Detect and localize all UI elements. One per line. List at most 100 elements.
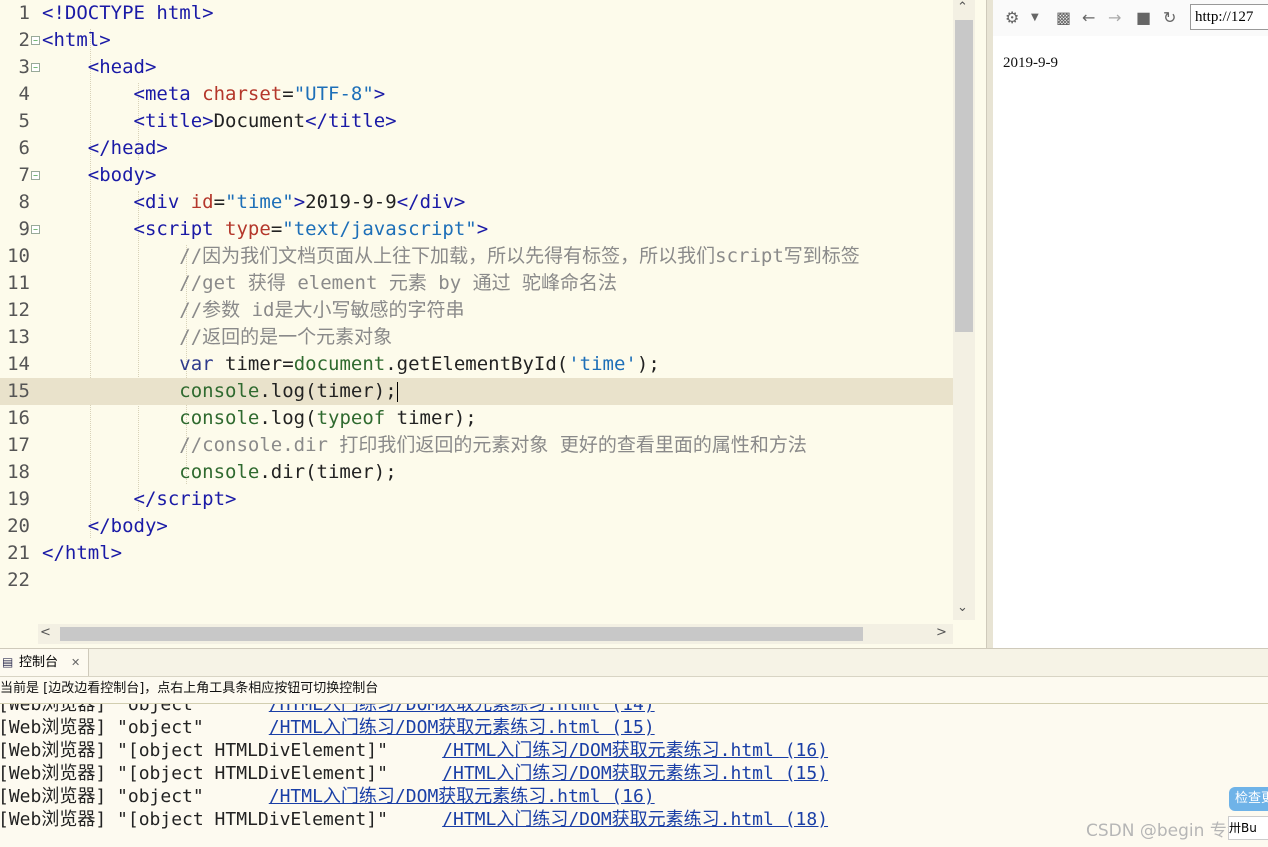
code-line[interactable]: 13 //返回的是一个元素对象	[0, 324, 953, 351]
code-text: <title>Document</title>	[133, 110, 397, 132]
fold-toggle-icon[interactable]: −	[31, 63, 40, 72]
scroll-left-icon[interactable]: <	[40, 625, 51, 640]
code-line[interactable]: 15 console.log(timer);	[0, 378, 953, 405]
line-number: 12	[7, 299, 30, 321]
code-line[interactable]: 19 </script>	[0, 486, 953, 513]
console-message: [Web浏览器] "object"	[0, 704, 269, 715]
code-line[interactable]: 17 //console.dir 打印我们返回的元素对象 更好的查看里面的属性和…	[0, 432, 953, 459]
url-input[interactable]: http://127	[1190, 4, 1268, 30]
console-message: [Web浏览器] "[object HTMLDivElement]"	[0, 809, 443, 830]
code-text: console.log(typeof timer);	[179, 407, 477, 429]
line-number: 21	[7, 542, 30, 564]
scroll-up-icon[interactable]: ⌃	[957, 0, 968, 15]
code-text: <html>	[42, 29, 111, 51]
terminal-icon[interactable]: ▩	[1056, 8, 1071, 27]
code-text: </html>	[42, 542, 123, 564]
console-row: [Web浏览器] "object" /HTML入门练习/DOM获取元素练习.ht…	[0, 716, 655, 739]
code-line[interactable]: 8 <div id="time">2019-9-9</div>	[0, 189, 953, 216]
line-number: 4	[18, 83, 30, 105]
back-icon[interactable]: ←	[1082, 8, 1095, 27]
forward-icon[interactable]: →	[1108, 8, 1121, 27]
code-text: <meta charset="UTF-8">	[133, 83, 386, 105]
line-number: 15	[7, 380, 30, 402]
code-area[interactable]: 1 <!DOCTYPE html> 2− <html> 3− <head> 4 <meta…	[0, 0, 953, 620]
horizontal-scroll-thumb[interactable]	[60, 627, 863, 641]
console-row: [Web浏览器] "[object HTMLDivElement]" /HTML…	[0, 739, 828, 762]
line-number: 11	[7, 272, 30, 294]
code-text: console.log(timer);	[179, 380, 398, 402]
console-source-link[interactable]: /HTML入门练习/DOM获取元素练习.html (18)	[442, 809, 828, 830]
gear-icon[interactable]: ⚙	[1005, 8, 1019, 27]
code-line[interactable]: 9− <script type="text/javascript">	[0, 216, 953, 243]
console-message: [Web浏览器] "object"	[0, 717, 269, 738]
code-line[interactable]: 18 console.dir(timer);	[0, 459, 953, 486]
fold-toggle-icon[interactable]: −	[31, 171, 40, 180]
console-source-link[interactable]: /HTML入门练习/DOM获取元素练习.html (16)	[442, 740, 828, 761]
line-number: 18	[7, 461, 30, 483]
console-message: [Web浏览器] "object"	[0, 786, 269, 807]
console-icon: ▤	[2, 655, 14, 669]
code-text: //参数 id是大小写敏感的字符串	[179, 299, 465, 321]
code-text: var timer=document.getElementById('time'…	[179, 353, 660, 375]
code-text: <!DOCTYPE html>	[42, 2, 214, 24]
code-text: </body>	[87, 515, 168, 537]
horizontal-scrollbar[interactable]: < >	[38, 624, 953, 644]
vertical-scrollbar[interactable]: ⌃ ⌄	[953, 0, 975, 620]
code-line[interactable]: 4 <meta charset="UTF-8">	[0, 81, 953, 108]
line-number: 1	[18, 2, 30, 24]
stop-icon[interactable]: ■	[1136, 8, 1151, 27]
scroll-right-icon[interactable]: >	[936, 625, 947, 640]
tab-console[interactable]: ▤ 控制台 ✕	[0, 649, 89, 676]
code-line[interactable]: 3− <head>	[0, 54, 953, 81]
console-row: [Web浏览器] "[object HTMLDivElement]" /HTML…	[0, 808, 828, 831]
code-text: <div id="time">2019-9-9</div>	[133, 191, 466, 213]
code-text: //console.dir 打印我们返回的元素对象 更好的查看里面的属性和方法	[179, 434, 807, 456]
code-text: <head>	[87, 56, 157, 78]
check-update-badge[interactable]: 检查更	[1229, 787, 1268, 811]
code-editor[interactable]: 1 <!DOCTYPE html> 2− <html> 3− <head> 4 <meta…	[0, 0, 986, 648]
console-info-text: 当前是 [边改边看控制台]，点右上角工具条相应按钮可切换控制台	[0, 678, 1268, 704]
fold-toggle-icon[interactable]: −	[31, 225, 40, 234]
mini-widget[interactable]: 卅Bu	[1228, 816, 1268, 840]
fold-toggle-icon[interactable]: −	[31, 36, 40, 45]
line-number: 16	[7, 407, 30, 429]
line-number: 17	[7, 434, 30, 456]
line-number: 22	[7, 569, 30, 591]
code-line[interactable]: 1 <!DOCTYPE html>	[0, 0, 953, 27]
code-text: //因为我们文档页面从上往下加载，所以先得有标签，所以我们script写到标签	[179, 245, 860, 267]
line-number: 20	[7, 515, 30, 537]
watermark: CSDN @begin 专注	[1086, 821, 1244, 841]
line-number: 9	[18, 218, 30, 240]
preview-time-text: 2019-9-9	[1003, 55, 1058, 71]
line-number: 2	[18, 29, 30, 51]
code-text: <body>	[87, 164, 157, 186]
console-panel: ▤ 控制台 ✕ 当前是 [边改边看控制台]，点右上角工具条相应按钮可切换控制台 …	[0, 648, 1268, 847]
console-source-link[interactable]: /HTML入门练习/DOM获取元素练习.html (15)	[442, 763, 828, 784]
console-source-link[interactable]: /HTML入门练习/DOM获取元素练习.html (16)	[269, 786, 655, 807]
console-row: [Web浏览器] "object" /HTML入门练习/DOM获取元素练习.ht…	[0, 785, 655, 808]
code-line[interactable]: 14 var timer=document.getElementById('ti…	[0, 351, 953, 378]
line-number: 3	[18, 56, 30, 78]
console-output[interactable]: [Web浏览器] "object" /HTML入门练习/DOM获取元素练习.ht…	[0, 704, 1268, 847]
code-line[interactable]: 12 //参数 id是大小写敏感的字符串	[0, 297, 953, 324]
scroll-down-icon[interactable]: ⌄	[957, 600, 968, 615]
code-line[interactable]: 7− <body>	[0, 162, 953, 189]
vertical-scroll-thumb[interactable]	[955, 20, 973, 332]
console-source-link[interactable]: /HTML入门练习/DOM获取元素练习.html (15)	[269, 717, 655, 738]
code-line[interactable]: 2− <html>	[0, 27, 953, 54]
refresh-icon[interactable]: ↻	[1163, 8, 1176, 27]
console-message: [Web浏览器] "[object HTMLDivElement]"	[0, 763, 443, 784]
code-line[interactable]: 6 </head>	[0, 135, 953, 162]
code-line[interactable]: 10 //因为我们文档页面从上往下加载，所以先得有标签，所以我们script写到…	[0, 243, 953, 270]
code-line[interactable]: 16 console.log(typeof timer);	[0, 405, 953, 432]
code-line[interactable]: 20 </body>	[0, 513, 953, 540]
console-source-link[interactable]: /HTML入门练习/DOM获取元素练习.html (14)	[269, 704, 655, 715]
line-number: 19	[7, 488, 30, 510]
chevron-down-icon[interactable]: ▼	[1031, 12, 1039, 23]
code-line[interactable]: 22	[0, 567, 953, 594]
code-line[interactable]: 5 <title>Document</title>	[0, 108, 953, 135]
code-line[interactable]: 21 </html>	[0, 540, 953, 567]
close-icon[interactable]: ✕	[71, 649, 80, 676]
code-line[interactable]: 11 //get 获得 element 元素 by 通过 驼峰命名法	[0, 270, 953, 297]
console-message: [Web浏览器] "[object HTMLDivElement]"	[0, 740, 443, 761]
